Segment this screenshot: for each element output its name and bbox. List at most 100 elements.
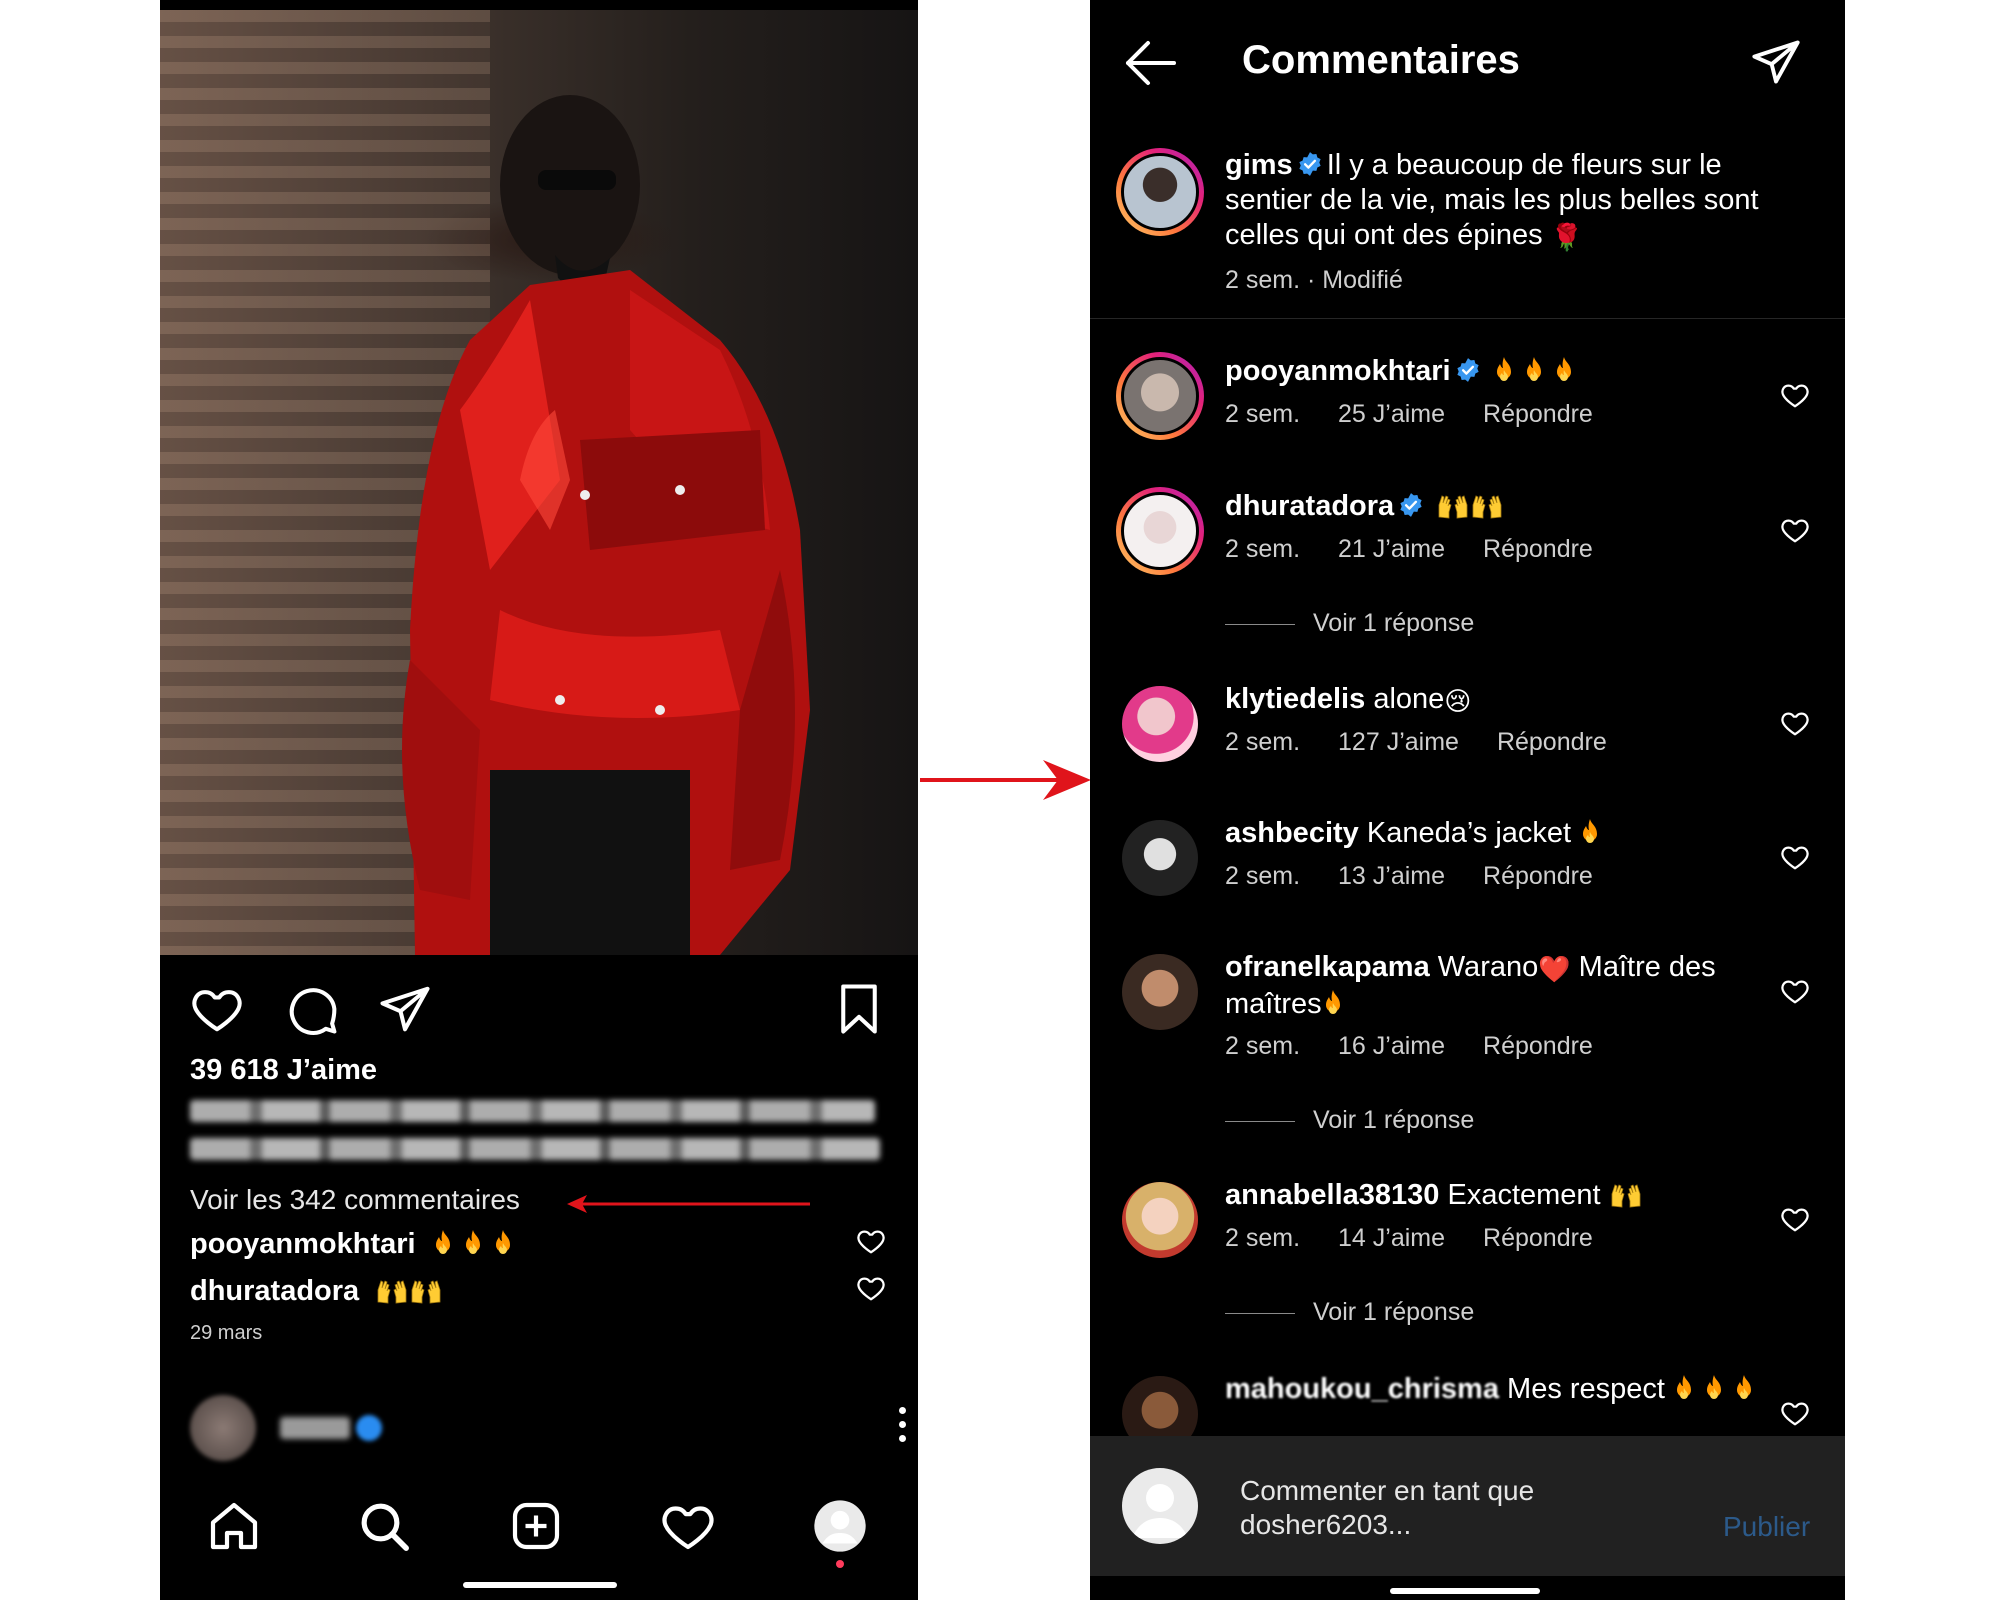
publish-button[interactable]: Publier — [1723, 1511, 1810, 1543]
view-replies-label[interactable]: Voir 1 réponse — [1313, 609, 1474, 637]
new-post-plus-icon[interactable] — [508, 1498, 564, 1554]
comment-username[interactable]: klytiedelis — [1225, 683, 1365, 715]
comment-username[interactable]: pooyanmokhtari — [190, 1228, 416, 1260]
comment-like-heart-icon[interactable] — [1780, 708, 1810, 738]
preview-comment[interactable]: dhuratadora — [190, 1275, 443, 1308]
crying-emoji: 😢 — [1444, 686, 1472, 716]
home-indicator — [463, 1582, 617, 1588]
comment-item: dhuratadora 2 sem. 21 J’aime Répondre Voir… — [1090, 487, 1845, 647]
comment-text: pooyanmokhtari — [1225, 354, 1745, 389]
view-replies-link[interactable]: Voir 1 réponse — [1225, 1298, 1474, 1327]
home-icon[interactable] — [206, 1498, 262, 1554]
preview-comment[interactable]: pooyanmokhtari — [190, 1228, 522, 1261]
post-action-bar — [160, 960, 918, 1050]
comment-bubble-icon[interactable] — [286, 982, 340, 1036]
comment-likes[interactable]: 21 J’aime — [1338, 535, 1445, 563]
comment-time: 2 sem. — [1225, 862, 1301, 890]
reply-button[interactable]: Répondre — [1483, 1224, 1593, 1252]
next-post-header — [190, 1395, 906, 1465]
comment-username[interactable]: dhuratadora — [1225, 490, 1394, 522]
comment-likes[interactable]: 13 J’aime — [1338, 862, 1445, 890]
avatar[interactable] — [1122, 954, 1198, 1030]
fire-emoji-icon — [432, 1228, 522, 1260]
comment-username[interactable]: ashbecity — [1225, 817, 1359, 849]
comment-body: alone — [1373, 683, 1445, 715]
page-title: Commentaires — [1242, 38, 1520, 82]
rose-emoji: 🌹 — [1550, 222, 1584, 252]
notification-dot — [836, 1560, 844, 1568]
comment-like-heart-icon[interactable] — [1780, 1204, 1810, 1234]
comment-time: 2 sem. — [1225, 535, 1301, 563]
bookmark-icon[interactable] — [832, 982, 886, 1036]
comment-meta: 2 sem. 13 J’aime Répondre — [1225, 862, 1631, 891]
raised-hands-emoji-icon — [1436, 490, 1504, 522]
likes-count[interactable]: 39 618 J’aime — [190, 1054, 377, 1087]
view-replies-link[interactable]: Voir 1 réponse — [1225, 1106, 1474, 1135]
comment-composer: Commenter en tant que dosher6203... Publ… — [1090, 1436, 1845, 1576]
verified-badge-icon — [356, 1415, 382, 1441]
comment-text: klytiedelis alone😢 — [1225, 682, 1745, 719]
activity-heart-icon[interactable] — [660, 1498, 716, 1554]
comment-item: klytiedelis alone😢 2 sem. 127 J’aime Répon… — [1090, 680, 1845, 780]
raised-hands-emoji-icon — [1609, 1179, 1643, 1211]
avatar[interactable] — [1116, 352, 1204, 440]
comment-like-heart-icon[interactable] — [1780, 380, 1810, 410]
post-photo[interactable] — [160, 10, 918, 955]
view-replies-link[interactable]: Voir 1 réponse — [1225, 609, 1474, 638]
comment-time: 2 sem. — [1225, 728, 1301, 756]
back-arrow-icon[interactable] — [1122, 38, 1178, 88]
reply-button[interactable]: Répondre — [1483, 535, 1593, 563]
avatar[interactable] — [1122, 1376, 1198, 1440]
view-all-comments-link[interactable]: Voir les 342 commentaires — [190, 1184, 520, 1216]
comment-likes[interactable]: 16 J’aime — [1338, 1032, 1445, 1060]
comment-like-heart-icon[interactable] — [1780, 515, 1810, 545]
view-replies-label[interactable]: Voir 1 réponse — [1313, 1106, 1474, 1134]
comment-likes[interactable]: 14 J’aime — [1338, 1224, 1445, 1252]
share-paper-plane-icon[interactable] — [1750, 36, 1802, 88]
caption-meta: 2 sem. · Modifié — [1225, 266, 1403, 295]
comment-meta: 2 sem. 25 J’aime Répondre — [1225, 400, 1631, 429]
reply-button[interactable]: Répondre — [1483, 862, 1593, 890]
comment-like-heart-icon[interactable] — [1780, 1398, 1810, 1428]
comment-username[interactable]: mahoukou_chrisma — [1225, 1373, 1499, 1405]
avatar[interactable] — [1116, 487, 1204, 575]
share-paper-plane-icon[interactable] — [378, 982, 432, 1036]
blurred-avatar[interactable] — [190, 1395, 256, 1461]
reply-button[interactable]: Répondre — [1497, 728, 1607, 756]
view-replies-label[interactable]: Voir 1 réponse — [1313, 1298, 1474, 1326]
comment-like-heart-icon[interactable] — [1780, 842, 1810, 872]
comment-username[interactable]: dhuratadora — [190, 1275, 359, 1307]
more-options-icon[interactable] — [892, 1407, 912, 1451]
caption-time: 2 sem. — [1225, 266, 1301, 294]
search-icon[interactable] — [356, 1498, 412, 1554]
avatar[interactable] — [1122, 686, 1198, 762]
avatar[interactable] — [1116, 148, 1204, 236]
comment-body: Exactement — [1447, 1179, 1601, 1211]
comment-likes[interactable]: 127 J’aime — [1338, 728, 1459, 756]
comment-time: 2 sem. — [1225, 400, 1301, 428]
reply-button[interactable]: Répondre — [1483, 1032, 1593, 1060]
avatar[interactable] — [1122, 820, 1198, 896]
heart-emoji: ❤️ — [1538, 954, 1571, 984]
avatar[interactable] — [1122, 1182, 1198, 1258]
comment-text: annabella38130 Exactement — [1225, 1178, 1745, 1213]
comment-username[interactable]: annabella38130 — [1225, 1179, 1439, 1211]
comment-like-heart-icon[interactable] — [856, 1273, 886, 1303]
comment-like-heart-icon[interactable] — [856, 1226, 886, 1256]
blurred-username[interactable] — [280, 1417, 350, 1439]
profile-avatar-icon[interactable] — [812, 1498, 868, 1554]
reply-button[interactable]: Répondre — [1483, 400, 1593, 428]
comment-like-heart-icon[interactable] — [1780, 976, 1810, 1006]
comment-input[interactable]: Commenter en tant que dosher6203... — [1240, 1474, 1600, 1542]
comment-item: mahoukou_chrisma Mes respect — [1090, 1370, 1845, 1440]
comment-username[interactable]: pooyanmokhtari — [1225, 355, 1451, 387]
comment-likes[interactable]: 25 J’aime — [1338, 400, 1445, 428]
caption-username[interactable]: gims — [1225, 149, 1293, 181]
blurred-caption-line — [190, 1100, 875, 1122]
fire-emoji-icon — [1322, 989, 1344, 1017]
comment-meta: 2 sem. 127 J’aime Répondre — [1225, 728, 1645, 757]
caption-edited: · Modifié — [1306, 266, 1403, 294]
comment-username[interactable]: ofranelkapama — [1225, 951, 1430, 983]
like-heart-icon[interactable] — [190, 982, 244, 1036]
comment-item: annabella38130 Exactement 2 sem. 14 J’aim… — [1090, 1176, 1845, 1336]
